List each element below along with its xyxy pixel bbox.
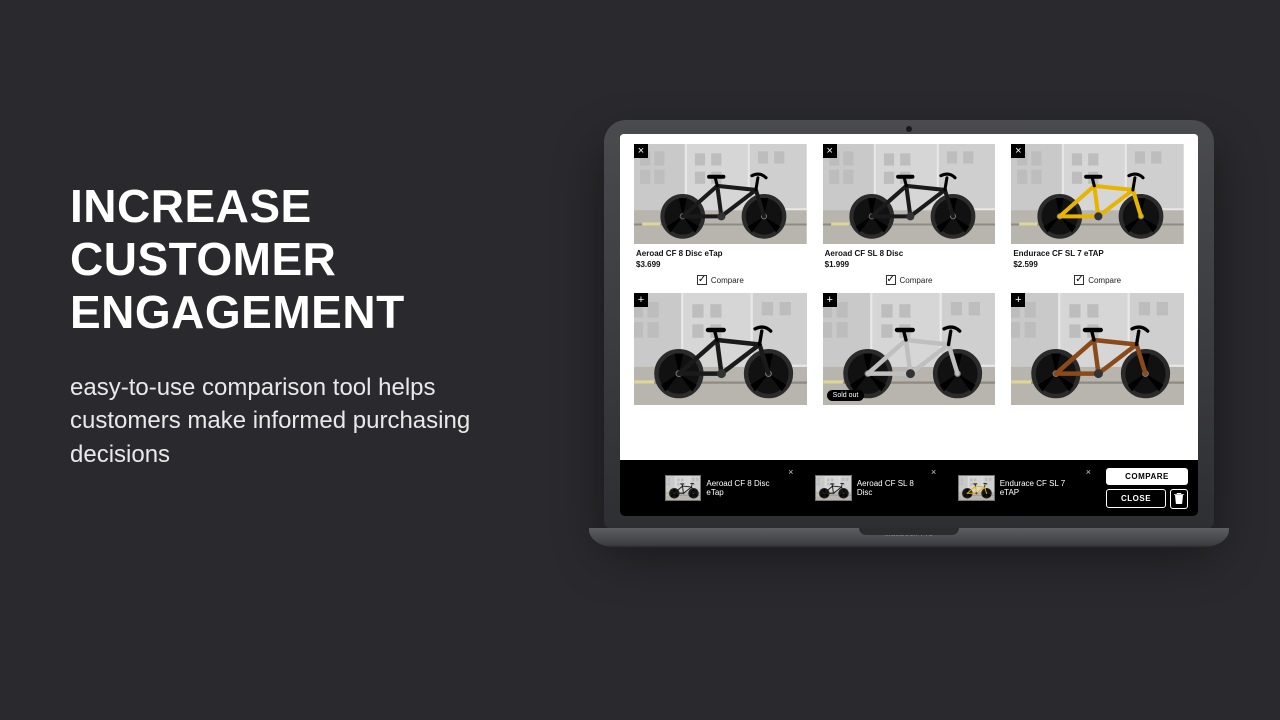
product-card[interactable]: × Endurace CF SL 7 eTAP $2.599 Compare [1011,144,1184,285]
product-image[interactable]: + Sold out [823,293,996,405]
add-icon[interactable]: + [634,293,648,307]
product-image[interactable]: × [634,144,807,244]
compare-label: Compare [1088,276,1121,285]
add-icon[interactable]: + [1011,293,1025,307]
compare-bar-label: Aeroad CF 8 Disc eTap [706,479,785,497]
compare-toggle[interactable]: Compare [1011,275,1184,285]
product-price: $1.999 [825,260,994,269]
product-image[interactable]: × [823,144,996,244]
compare-button[interactable]: COMPARE [1106,468,1188,485]
product-card[interactable]: × Aeroad CF SL 8 Disc $1.999 Compare [823,144,996,285]
compare-bar-item[interactable]: × [957,474,1090,502]
compare-bar-label: Endurace CF SL 7 eTAP [1000,479,1083,497]
compare-checkbox[interactable] [886,275,896,285]
compare-bar-thumb [958,475,994,501]
app-screen: ×Aeroad CF 8 Disc eTap$3.699Compare [620,134,1198,516]
compare-checkbox[interactable] [1074,275,1084,285]
close-icon[interactable]: × [931,467,936,477]
close-icon[interactable]: × [1086,467,1091,477]
headline: INCREASE CUSTOMER ENGAGEMENT [70,180,550,339]
trash-icon [1174,492,1184,506]
product-image[interactable]: + [1011,293,1184,405]
close-icon[interactable]: × [788,467,793,477]
compare-bar-item[interactable]: × [814,474,935,502]
product-card[interactable]: + [634,293,807,405]
compare-bar-thumb [815,475,851,501]
product-name: Aeroad CF 8 Disc eTap [636,249,805,258]
close-button[interactable]: CLOSE [1106,489,1166,508]
compare-label: Compare [711,276,744,285]
device-brand: MacBook Pro [589,528,1229,538]
product-card[interactable]: + Sold out [823,293,996,405]
laptop-mockup: ×Aeroad CF 8 Disc eTap$3.699Compare [604,120,1214,548]
compare-bar-thumb [665,475,701,501]
compare-bar: × [620,460,1198,516]
product-name: Endurace CF SL 7 eTAP [1013,249,1182,258]
product-card[interactable]: × Aeroad CF 8 Disc eTap $3.699 Compare [634,144,807,285]
product-card[interactable]: + [1011,293,1184,405]
product-name: Aeroad CF SL 8 Disc [825,249,994,258]
compare-checkbox[interactable] [697,275,707,285]
compare-toggle[interactable]: Compare [634,275,807,285]
product-price: $3.699 [636,260,805,269]
camera-dot [906,126,912,132]
add-icon[interactable]: + [823,293,837,307]
compare-toggle[interactable]: Compare [823,275,996,285]
product-grid-page: × Aeroad CF 8 Disc eTap $3.699 Compare [620,134,1198,460]
product-price: $2.599 [1013,260,1182,269]
trash-button[interactable] [1170,489,1188,509]
product-image[interactable]: × [1011,144,1184,244]
sold-out-badge: Sold out [827,390,865,401]
remove-icon[interactable]: × [1011,144,1025,158]
product-image[interactable]: + [634,293,807,405]
compare-label: Compare [900,276,933,285]
remove-icon[interactable]: × [634,144,648,158]
subheadline: easy-to-use comparison tool helps custom… [70,371,550,472]
remove-icon[interactable]: × [823,144,837,158]
compare-bar-item[interactable]: × [664,474,792,502]
compare-bar-label: Aeroad CF SL 8 Disc [857,479,929,497]
